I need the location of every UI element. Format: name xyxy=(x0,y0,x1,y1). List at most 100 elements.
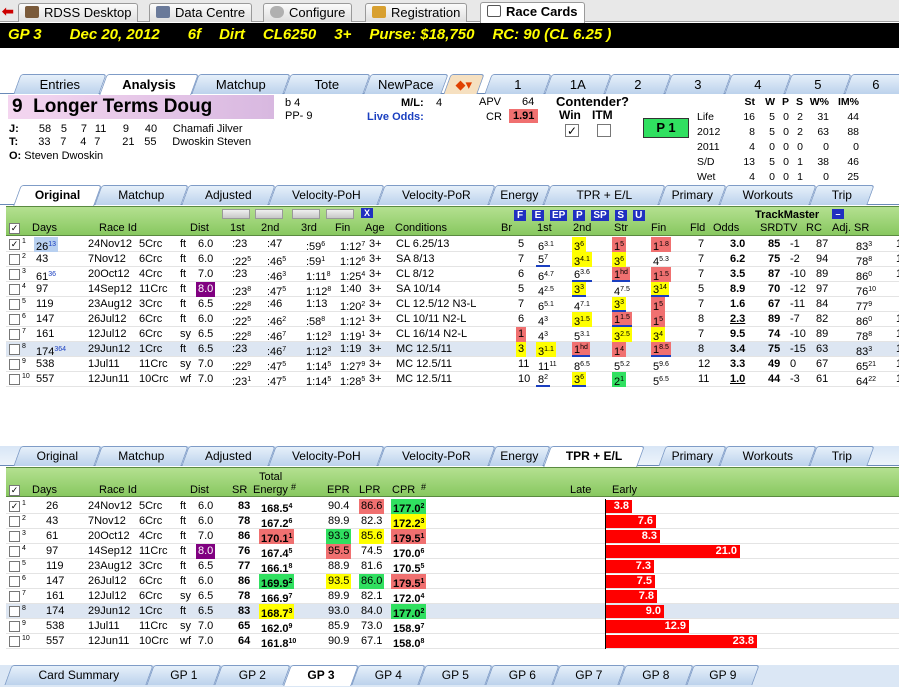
table-row[interactable]: 7 161 12Jul12 6Crc sy 6.5 78 166.97 89.9 82.1 172.… xyxy=(6,589,899,605)
win-checkbox[interactable]: ✓ xyxy=(565,124,579,137)
subtab-energy[interactable]: Energy xyxy=(488,185,551,205)
table-row[interactable]: 2 43 7Nov12 6Crc ft 6.0:225:465:591 1:126 3+ SA … xyxy=(6,252,899,268)
select-all-checkbox-bottom[interactable]: ✓ xyxy=(9,484,20,496)
row-checkbox[interactable] xyxy=(9,329,20,340)
bottomtab-adjusted[interactable]: Adjusted xyxy=(181,446,276,466)
col-button-2nd[interactable] xyxy=(255,209,283,219)
table-row[interactable]: 7 161 12Jul12 6Crc sy 6.5:228:467 1:123 1:191 3+… xyxy=(6,327,899,343)
footertab-gp-3[interactable]: GP 3 xyxy=(283,665,359,686)
table-row[interactable]: 6 147 26Jul12 6Crc ft 6.0:225:462:588 1:121 3+ C… xyxy=(6,312,899,328)
row-checkbox[interactable] xyxy=(9,621,20,632)
footertab-gp-4[interactable]: GP 4 xyxy=(351,665,426,685)
tab-horse-2[interactable]: 2 xyxy=(604,74,672,94)
table-row[interactable]: 3 61 20Oct12 4Crc ft 7.0 86 170.11 93.9 85.6 179.5… xyxy=(6,529,899,545)
pace-letter-e[interactable]: E xyxy=(532,210,544,221)
footertab-card-summary[interactable]: Card Summary xyxy=(4,665,154,685)
row-checkbox[interactable] xyxy=(9,254,20,265)
subtab-velocity-poh[interactable]: Velocity-PoH xyxy=(268,185,385,205)
bottomtab-trip[interactable]: Trip xyxy=(809,446,875,466)
tab-configure[interactable]: Configure xyxy=(263,3,353,22)
table-row[interactable]: 3 6136 20Oct12 4Crc ft 7.0:23:463 1:118 1:254 3+… xyxy=(6,267,899,283)
row-checkbox[interactable] xyxy=(9,314,20,325)
footertab-gp-8[interactable]: GP 8 xyxy=(618,665,694,685)
subtab-original[interactable]: Original xyxy=(13,185,102,206)
tab-matchup[interactable]: Matchup xyxy=(191,74,291,94)
table-row[interactable]: ✓ 1 26 24Nov12 5Crc ft 6.0 83 168.54 90.4 86.6 177.… xyxy=(6,499,899,515)
tab-data-centre[interactable]: Data Centre xyxy=(149,3,253,22)
footertab-gp-7[interactable]: GP 7 xyxy=(552,665,626,685)
bottomtab-tpr-e-l[interactable]: TPR + E/L xyxy=(543,446,645,467)
bottomtab-energy[interactable]: Energy xyxy=(488,446,551,466)
pace-letter-sp[interactable]: SP xyxy=(591,210,609,221)
x-button[interactable]: X xyxy=(361,208,373,218)
row-checkbox[interactable] xyxy=(9,299,20,310)
pace-letter-p[interactable]: P xyxy=(573,210,586,221)
table-row[interactable]: 9 538 1Jul11 11Crc sy 7.0 65 162.09 85.9 73.0 158.… xyxy=(6,619,899,635)
bottomtab-workouts[interactable]: Workouts xyxy=(719,446,817,466)
footertab-gp-6[interactable]: GP 6 xyxy=(485,665,560,685)
table-row[interactable]: 5 119 23Aug12 3Crc ft 6.5:228:46 1:13 1:202 3+ CL… xyxy=(6,297,899,313)
table-row[interactable]: 8 174 29Jun12 1Crc ft 6.5 83 168.73 93.0 84.0 177.… xyxy=(6,604,899,620)
table-row[interactable]: 5 119 23Aug12 3Crc ft 6.5 77 166.18 88.9 81.6 170.… xyxy=(6,559,899,575)
subtab-adjusted[interactable]: Adjusted xyxy=(181,185,276,205)
row-checkbox[interactable]: ✓ xyxy=(9,501,20,512)
row-checkbox[interactable]: ✓ xyxy=(9,239,20,250)
pace-letter-ep[interactable]: EP xyxy=(550,210,568,221)
table-row[interactable]: 8 174364 29Jun12 1Crc ft 6.5:23:467 1:123 1:19 3… xyxy=(6,342,899,358)
pace-letter-f[interactable]: F xyxy=(514,210,526,221)
col-button-fin[interactable] xyxy=(326,209,354,219)
subtab-primary[interactable]: Primary xyxy=(658,185,727,205)
collapse-button[interactable]: – xyxy=(832,209,844,219)
tab-horse-3[interactable]: 3 xyxy=(664,74,732,94)
footertab-gp-9[interactable]: GP 9 xyxy=(686,665,760,685)
row-checkbox[interactable] xyxy=(9,374,20,385)
footertab-gp-5[interactable]: GP 5 xyxy=(418,665,493,685)
table-row[interactable]: 9 538 1Jul11 11Crc sy 7.0:229:475 1:145 1:279 3+… xyxy=(6,357,899,373)
bottomtab-primary[interactable]: Primary xyxy=(658,446,727,466)
footertab-gp-2[interactable]: GP 2 xyxy=(214,665,291,685)
table-row[interactable]: 2 43 7Nov12 6Crc ft 6.0 78 167.26 89.9 82.3 172.23… xyxy=(6,514,899,530)
row-checkbox[interactable] xyxy=(9,531,20,542)
tab-pace-icon[interactable]: ◆▾ xyxy=(443,74,485,94)
subtab-trip[interactable]: Trip xyxy=(809,185,875,205)
bottomtab-velocity-poh[interactable]: Velocity-PoH xyxy=(268,446,385,466)
tab-horse-6[interactable]: 6 xyxy=(844,74,899,94)
footertab-gp-1[interactable]: GP 1 xyxy=(146,665,222,685)
bottomtab-matchup[interactable]: Matchup xyxy=(94,446,189,466)
table-row[interactable]: 10 557 12Jun11 10Crc wf 7.0 64 161.810 90.9 67.1 1… xyxy=(6,634,899,650)
bottomtab-velocity-por[interactable]: Velocity-PoR xyxy=(377,446,496,466)
row-checkbox[interactable] xyxy=(9,636,20,647)
tab-entries[interactable]: Entries xyxy=(13,74,107,94)
tab-horse-1a[interactable]: 1A xyxy=(544,74,612,94)
table-row[interactable]: 4 97 14Sep12 11Crc ft 8.0 76 167.45 95.5 74.5 170.… xyxy=(6,544,899,560)
row-checkbox[interactable] xyxy=(9,576,20,587)
tab-horse-5[interactable]: 5 xyxy=(784,74,852,94)
tab-race-cards[interactable]: Race Cards xyxy=(480,2,585,23)
tab-analysis[interactable]: Analysis xyxy=(99,74,199,95)
col-button-1st[interactable] xyxy=(222,209,250,219)
pace-letter-s[interactable]: S xyxy=(614,210,627,221)
row-checkbox[interactable] xyxy=(9,546,20,557)
row-checkbox[interactable] xyxy=(9,516,20,527)
table-row[interactable]: 6 147 26Jul12 6Crc ft 6.0 86 169.92 93.5 86.0 179.… xyxy=(6,574,899,590)
row-checkbox[interactable] xyxy=(9,606,20,617)
col-button-3rd[interactable] xyxy=(292,209,320,219)
row-checkbox[interactable] xyxy=(9,284,20,295)
table-row[interactable]: 4 97 14Sep12 11Crc ft 8.0:238:475 1:128 1:40 3+ S… xyxy=(6,282,899,298)
subtab-tpr-e-l[interactable]: TPR + E/L xyxy=(543,185,666,205)
itm-checkbox[interactable] xyxy=(597,124,611,137)
row-checkbox[interactable] xyxy=(9,359,20,370)
row-checkbox[interactable] xyxy=(9,591,20,602)
subtab-velocity-por[interactable]: Velocity-PoR xyxy=(377,185,496,205)
row-checkbox[interactable] xyxy=(9,561,20,572)
subtab-workouts[interactable]: Workouts xyxy=(719,185,817,205)
tab-horse-4[interactable]: 4 xyxy=(724,74,792,94)
tab-registration[interactable]: Registration xyxy=(365,3,468,22)
row-checkbox[interactable] xyxy=(9,269,20,280)
subtab-matchup[interactable]: Matchup xyxy=(94,185,189,205)
back-arrow-icon[interactable]: ⬅ xyxy=(2,3,14,20)
select-all-checkbox[interactable]: ✓ xyxy=(9,222,20,234)
pace-letter-u[interactable]: U xyxy=(632,210,645,221)
table-row[interactable]: 10 557 12Jun11 10Crc wf 7.0:231:475 1:145 1:285… xyxy=(6,372,899,388)
tab-newpace[interactable]: NewPace xyxy=(363,74,449,94)
